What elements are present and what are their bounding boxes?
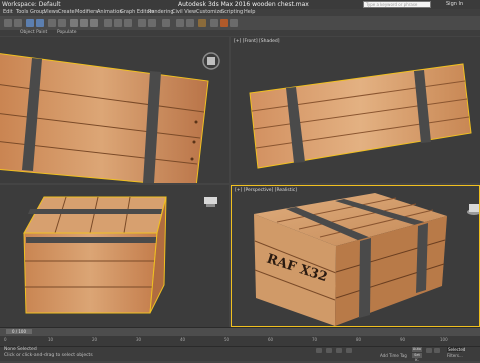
tab-populate[interactable]: Populate xyxy=(57,30,77,36)
add-time-tag-button[interactable]: Add Time Tag xyxy=(380,353,407,358)
tab-object-paint[interactable]: Object Paint xyxy=(20,30,47,36)
render-frame-icon[interactable] xyxy=(230,19,238,27)
key-filter-dropdown[interactable]: Selected xyxy=(447,347,465,352)
snap-icon[interactable] xyxy=(104,19,112,27)
schematic-icon[interactable] xyxy=(186,19,194,27)
lock-icon[interactable] xyxy=(316,348,322,353)
tick-label: 10 xyxy=(48,337,54,342)
tick-label: 100 xyxy=(440,337,448,342)
menu-edit[interactable]: Edit xyxy=(3,9,13,16)
crate-front-view xyxy=(249,63,472,169)
set-key-button[interactable]: Set K. xyxy=(412,353,422,362)
angle-snap-icon[interactable] xyxy=(114,19,122,27)
coord-x-field[interactable] xyxy=(326,348,332,353)
coord-y-field[interactable] xyxy=(336,348,342,353)
tick-label: 60 xyxy=(268,337,274,342)
layer-icon[interactable] xyxy=(162,19,170,27)
menu-bar: Edit Tools Group Views Create Modifiers … xyxy=(0,9,480,16)
scale-icon[interactable] xyxy=(90,19,98,27)
menu-scripting[interactable]: Scripting xyxy=(221,9,243,16)
crate-left-view xyxy=(23,196,217,314)
viewport-top-left[interactable] xyxy=(0,37,229,183)
go-to-start-icon[interactable] xyxy=(426,348,432,353)
menu-group[interactable]: Group xyxy=(30,9,45,16)
viewport-bottom-left[interactable] xyxy=(0,185,229,327)
align-icon[interactable] xyxy=(148,19,156,27)
prompt-line: Click or click-and-drag to select object… xyxy=(4,353,93,358)
view-cube-icon[interactable] xyxy=(204,197,217,207)
tick-label: 70 xyxy=(312,337,318,342)
select-icon[interactable] xyxy=(48,19,56,27)
menu-rendering[interactable]: Rendering xyxy=(148,9,174,16)
viewport-perspective[interactable]: [+] [Perspective] [Realistic] RAF X32 xyxy=(231,185,480,327)
time-slider-thumb[interactable]: 0 / 100 xyxy=(6,329,32,334)
render-setup-icon[interactable] xyxy=(210,19,218,27)
material-editor-icon[interactable] xyxy=(198,19,206,27)
unlink-icon[interactable] xyxy=(36,19,44,27)
coord-z-field[interactable] xyxy=(346,348,352,353)
menu-modifiers[interactable]: Modifiers xyxy=(75,9,98,16)
undo-icon[interactable] xyxy=(4,19,12,27)
track-bar[interactable] xyxy=(0,336,480,346)
search-input[interactable]: Type a keyword or phrase xyxy=(363,1,431,8)
move-icon[interactable] xyxy=(70,19,78,27)
ribbon-bar: Object Paint Populate xyxy=(0,30,480,36)
view-cube-icon[interactable] xyxy=(467,204,480,215)
menu-civil-view[interactable]: Civil View xyxy=(172,9,196,16)
link-icon[interactable] xyxy=(26,19,34,27)
viewport-front[interactable]: [+] [Front] [Shaded] xyxy=(231,37,480,183)
workspace-dropdown[interactable]: Workspace: Default xyxy=(2,1,61,8)
crate-top-view xyxy=(0,52,220,183)
tick-label: 80 xyxy=(356,337,362,342)
tick-label: 40 xyxy=(180,337,186,342)
menu-tools[interactable]: Tools xyxy=(16,9,28,16)
auto-key-button[interactable]: Auto xyxy=(412,347,422,352)
tick-label: 90 xyxy=(400,337,406,342)
tick-label: 50 xyxy=(224,337,230,342)
main-toolbar xyxy=(0,16,480,31)
percent-snap-icon[interactable] xyxy=(124,19,132,27)
redo-icon[interactable] xyxy=(14,19,22,27)
select-region-icon[interactable] xyxy=(58,19,66,27)
menu-help[interactable]: Help xyxy=(244,9,255,16)
tick-label: 30 xyxy=(136,337,142,342)
tick-label: 0 xyxy=(4,337,7,342)
mirror-icon[interactable] xyxy=(138,19,146,27)
selection-status: None Selected xyxy=(4,347,37,352)
key-filters-button[interactable]: Filters... xyxy=(447,353,463,358)
rotate-icon[interactable] xyxy=(80,19,88,27)
view-cube-icon[interactable] xyxy=(202,52,220,70)
sign-in-link[interactable]: Sign In xyxy=(446,1,463,7)
menu-customize[interactable]: Customize xyxy=(196,9,222,16)
menu-create[interactable]: Create xyxy=(58,9,75,16)
curve-editor-icon[interactable] xyxy=(176,19,184,27)
render-icon[interactable] xyxy=(220,19,228,27)
window-title: Autodesk 3ds Max 2016 wooden chest.max xyxy=(178,1,309,8)
tick-label: 20 xyxy=(92,337,98,342)
play-icon[interactable] xyxy=(434,348,440,353)
menu-animation[interactable]: Animation xyxy=(97,9,123,16)
crate-perspective-view: RAF X32 xyxy=(254,193,480,326)
menu-views[interactable]: Views xyxy=(44,9,58,16)
